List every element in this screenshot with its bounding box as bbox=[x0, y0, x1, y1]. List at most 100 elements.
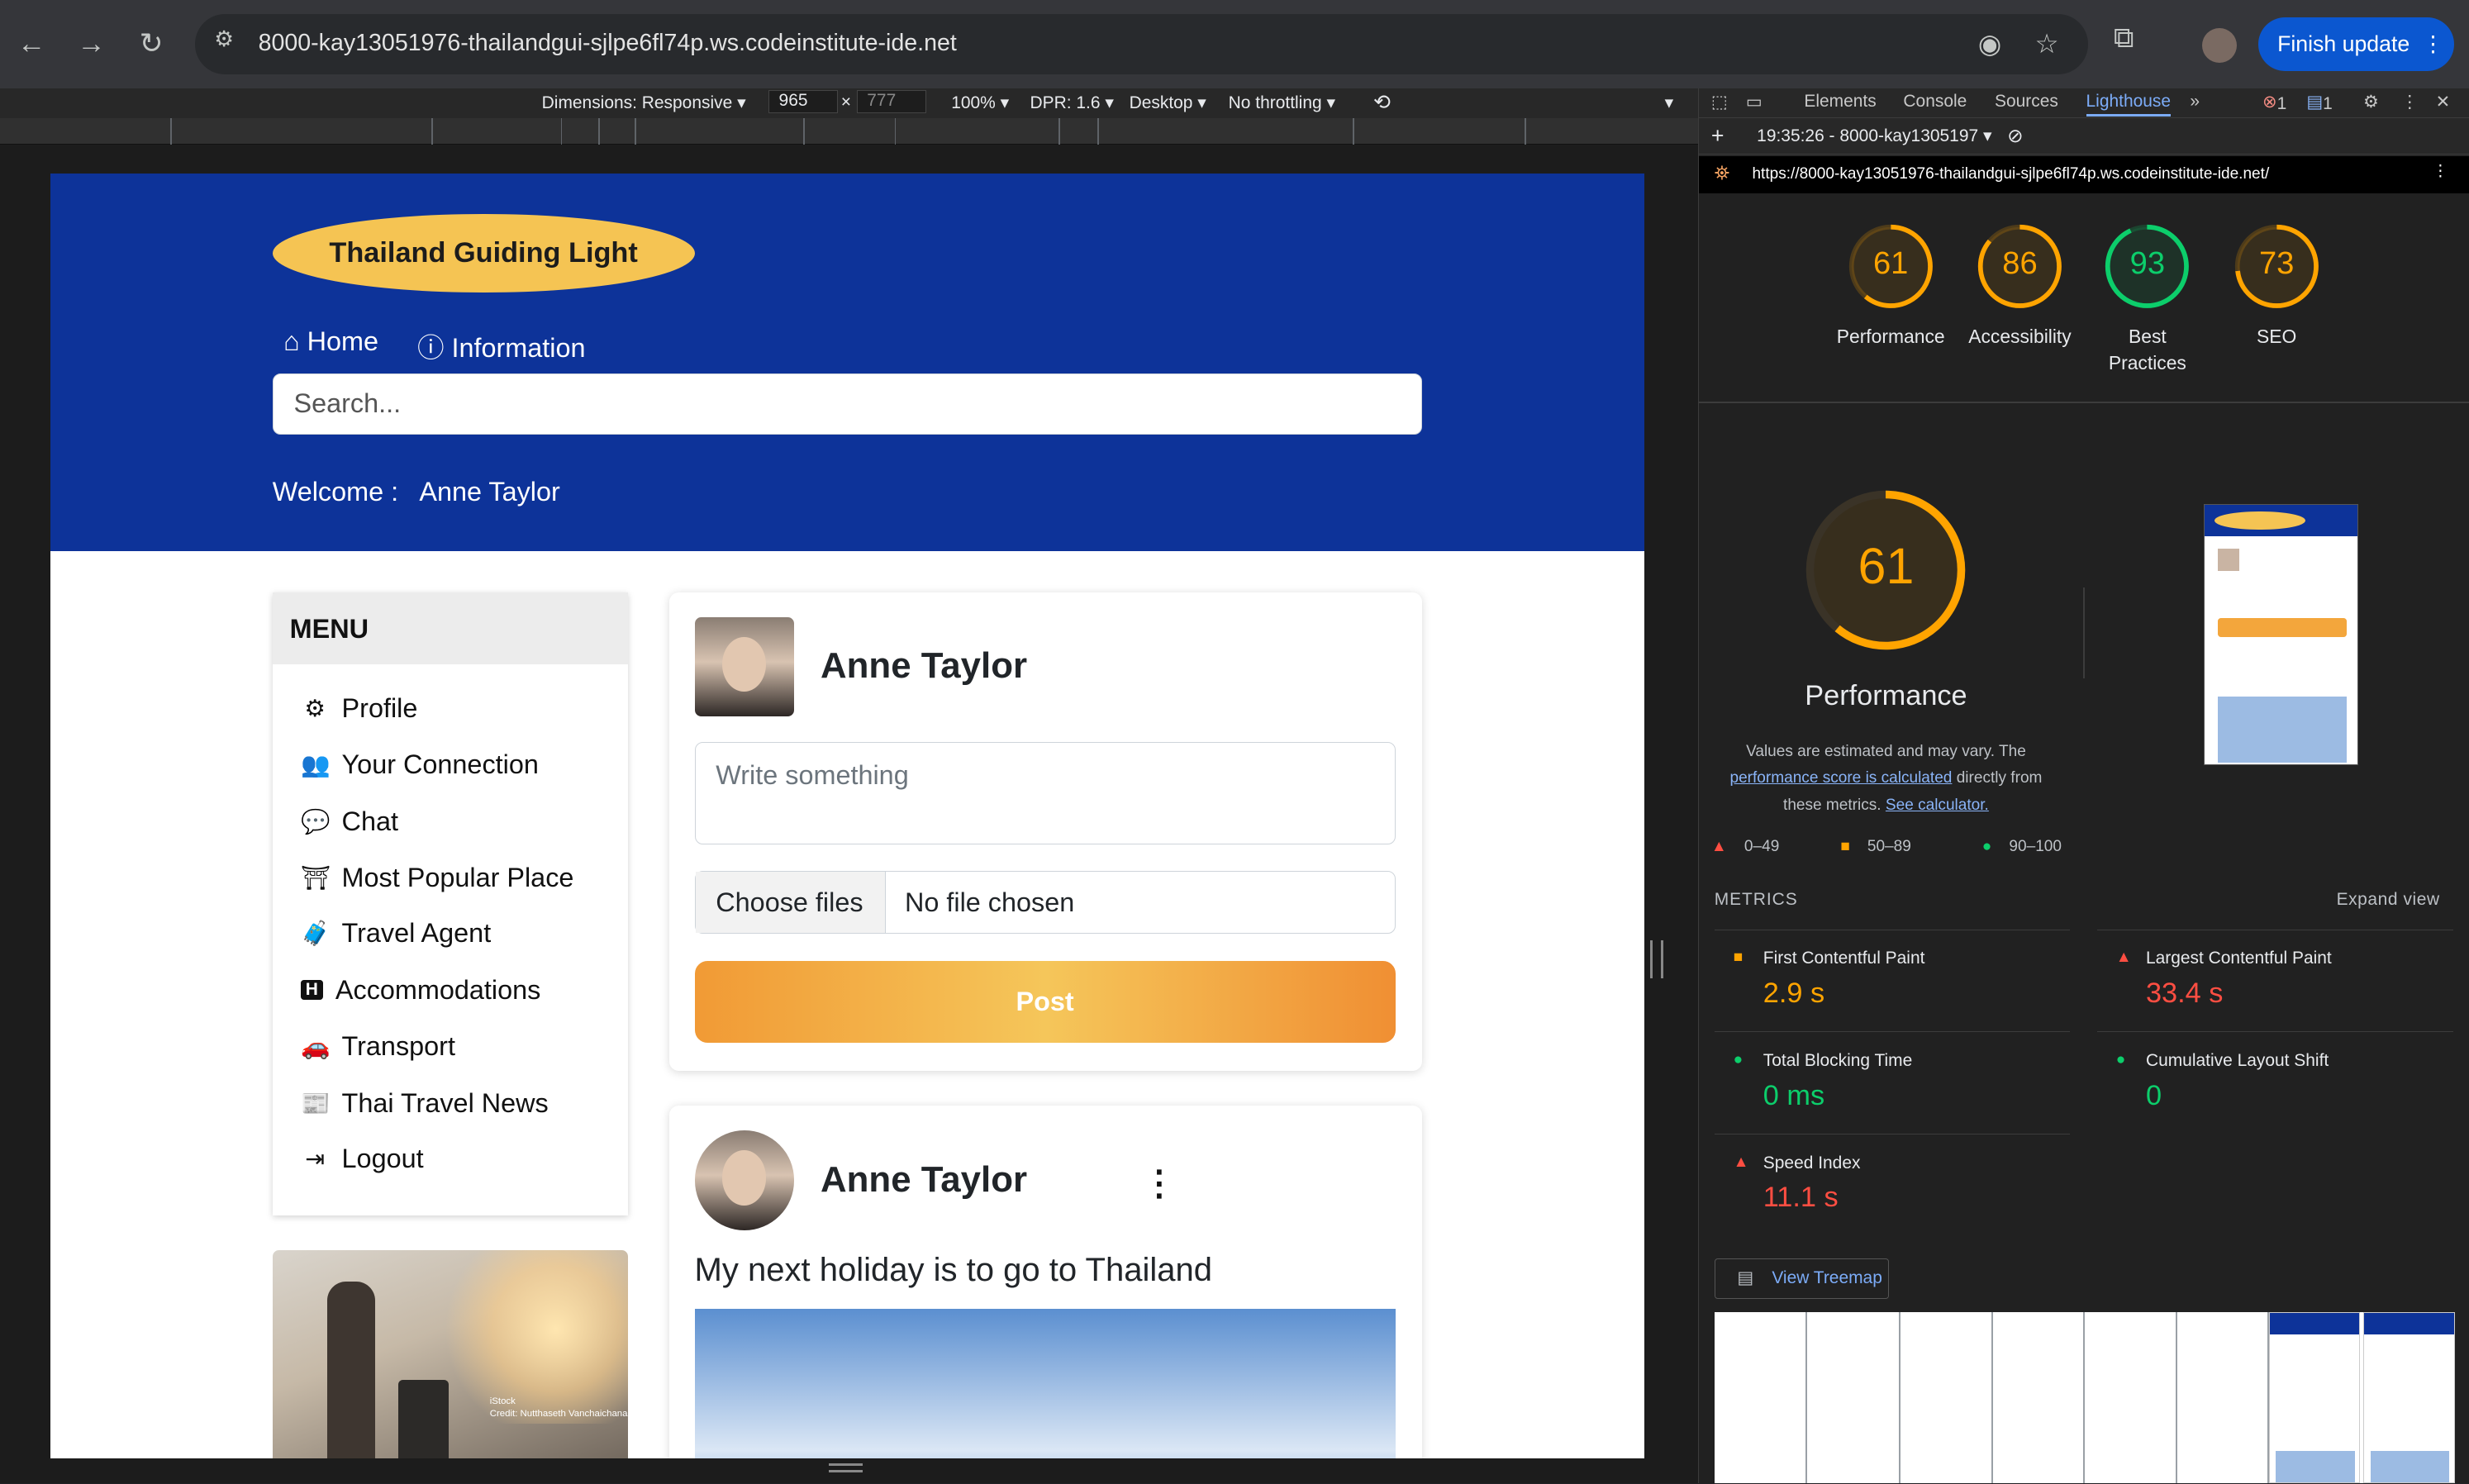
menu-title: MENU bbox=[272, 592, 629, 665]
metric-value: 0 ms bbox=[1763, 1079, 1825, 1111]
star-icon[interactable]: ☆ bbox=[2035, 28, 2059, 59]
legend-fail: ▲ 0–49 bbox=[1710, 837, 1780, 855]
metric-status-icon: ▲ bbox=[1733, 1153, 1749, 1172]
device-toggle-icon[interactable]: ▭ bbox=[1746, 92, 1763, 112]
resize-handle-right[interactable] bbox=[1650, 939, 1663, 978]
view-treemap-button[interactable]: ▤ View Treemap bbox=[1714, 1258, 1890, 1300]
report-url[interactable]: https://8000-kay13051976-thailandgui-sjl… bbox=[1752, 165, 2269, 183]
tab-lighthouse[interactable]: Lighthouse bbox=[2086, 92, 2172, 117]
score-gauge-performance[interactable]: 61 bbox=[1847, 222, 1935, 311]
menu-item-your-connection[interactable]: 👥 Your Connection bbox=[301, 749, 539, 780]
address-bar[interactable]: ⚙ 8000-kay13051976-thailandgui-sjlpe6fl7… bbox=[195, 14, 2089, 74]
eye-off-icon[interactable]: ◉ bbox=[1978, 28, 2001, 59]
kebab-menu-icon[interactable]: ⋮ bbox=[2401, 92, 2419, 112]
filmstrip bbox=[1714, 1311, 2455, 1484]
legend-pass-label: 90–100 bbox=[2009, 837, 2062, 855]
more-options-icon[interactable]: ▾ bbox=[1665, 93, 1674, 113]
metric-label: Cumulative Layout Shift bbox=[2145, 1051, 2329, 1071]
media-query-ruler[interactable] bbox=[0, 117, 1698, 145]
nav-home[interactable]: ⌂ Home bbox=[283, 326, 378, 357]
score-label-best-practices: Best Practices bbox=[2108, 325, 2186, 374]
final-screenshot-thumbnail[interactable] bbox=[2204, 503, 2359, 766]
metric-status-icon: ● bbox=[2115, 1051, 2126, 1069]
menu-item-transport[interactable]: 🚗 Transport bbox=[301, 1031, 455, 1062]
menu-item-logout[interactable]: ⇥ Logout bbox=[301, 1144, 423, 1174]
menu-item-accommodations[interactable]: H Accommodations bbox=[301, 975, 540, 1006]
settings-icon[interactable]: ⚙ bbox=[2363, 92, 2379, 112]
message-count[interactable]: ▤ 1 bbox=[2306, 92, 2332, 114]
finish-update-button[interactable]: Finish update ⋮ bbox=[2258, 17, 2454, 71]
choose-files-button[interactable]: Choose files bbox=[695, 871, 887, 934]
metric-value: 2.9 s bbox=[1763, 977, 1825, 1009]
dimensions-dropdown[interactable]: Dimensions: Responsive ▾ bbox=[542, 93, 746, 113]
resize-handle-bottom[interactable] bbox=[828, 1463, 863, 1473]
metric-value: 11.1 s bbox=[1763, 1182, 1839, 1214]
luggage-cart-icon: 🧳 bbox=[301, 920, 331, 948]
nav-information[interactable]: ⓘ Information bbox=[417, 326, 585, 365]
score-gauge-best-practices[interactable]: 93 bbox=[2103, 222, 2191, 311]
chat-icon: 💬 bbox=[301, 808, 331, 835]
report-selector[interactable]: 19:35:26 - 8000-kay1305197 ▾ bbox=[1757, 126, 1991, 146]
device-mode-dropdown[interactable]: Desktop ▾ bbox=[1130, 93, 1206, 113]
metric-total-blocking-time: ● Total Blocking Time 0 ms bbox=[1714, 1031, 2071, 1132]
clear-icon[interactable]: ⊘ bbox=[2007, 125, 2023, 147]
search-input[interactable]: Search... bbox=[272, 373, 1423, 435]
finish-update-label: Finish update bbox=[2277, 31, 2410, 56]
post-options-icon[interactable]: ⋮ bbox=[1142, 1163, 1177, 1203]
site-logo[interactable]: Thailand Guiding Light bbox=[272, 214, 695, 293]
message-count-value: 1 bbox=[2323, 94, 2333, 114]
dpr-dropdown[interactable]: DPR: 1.6 ▾ bbox=[1030, 93, 1114, 113]
lighthouse-report: 61 86 93 73 Performance Accessibility Best … bbox=[1698, 193, 2469, 1484]
photo-credit: iStock Credit: Nutthaseth Vanchaichana bbox=[489, 1396, 628, 1419]
tab-sources[interactable]: Sources bbox=[1995, 92, 2058, 112]
treemap-icon: ▤ bbox=[1737, 1268, 1754, 1287]
site-header: Thailand Guiding Light ⌂ Home ⓘ Informat… bbox=[50, 173, 1644, 552]
score-gauge-accessibility[interactable]: 86 bbox=[1976, 222, 2064, 311]
menu-item-chat[interactable]: 💬 Chat bbox=[301, 806, 398, 837]
file-input[interactable]: Choose files No file chosen bbox=[694, 870, 1396, 935]
error-count-value: 1 bbox=[2276, 94, 2287, 114]
reload-icon[interactable]: ↻ bbox=[129, 22, 173, 66]
score-label-performance: Performance bbox=[1836, 325, 1945, 347]
width-input[interactable]: 965 bbox=[768, 89, 838, 114]
metric-first-contentful-paint: ■ First Contentful Paint 2.9 s bbox=[1714, 929, 2071, 1030]
rotate-icon[interactable]: ⟲ bbox=[1373, 90, 1391, 115]
throttle-dropdown[interactable]: No throttling ▾ bbox=[1229, 93, 1335, 113]
more-tabs-icon[interactable]: » bbox=[2190, 92, 2200, 112]
see-calculator-link[interactable]: See calculator. bbox=[1886, 797, 1989, 814]
score-calculated-link[interactable]: performance score is calculated bbox=[1729, 769, 1952, 787]
post-image bbox=[694, 1308, 1396, 1458]
extensions-icon[interactable]: ⧉ bbox=[2114, 22, 2134, 55]
note-text-2: directly from bbox=[1956, 769, 2043, 787]
expand-view-toggle[interactable]: Expand view bbox=[2337, 890, 2440, 910]
site-settings-icon[interactable]: ⚙ bbox=[214, 26, 234, 52]
menu-item-thai-travel-news[interactable]: 📰 Thai Travel News bbox=[301, 1088, 549, 1119]
forward-icon[interactable]: → bbox=[69, 22, 113, 66]
devtools-panel: ⬚ ▭ Elements Console Sources Lighthouse … bbox=[1697, 88, 2469, 1484]
report-menu-icon[interactable]: ⋮ bbox=[2433, 162, 2448, 181]
legend-average: ■ 50–89 bbox=[1840, 837, 1911, 855]
menu-item-most-popular-place[interactable]: ⛩ Most Popular Place bbox=[301, 863, 573, 893]
report-label: 19:35:26 - 8000-kay1305197 bbox=[1757, 126, 1979, 146]
menu-item-label: Chat bbox=[341, 806, 398, 836]
inspect-icon[interactable]: ⬚ bbox=[1711, 92, 1728, 112]
tab-console[interactable]: Console bbox=[1903, 92, 1967, 112]
back-icon[interactable]: ← bbox=[9, 22, 53, 66]
error-count[interactable]: ⊗ 1 bbox=[2262, 92, 2286, 114]
menu-item-travel-agent[interactable]: 🧳 Travel Agent bbox=[301, 918, 491, 949]
tab-elements[interactable]: Elements bbox=[1804, 92, 1876, 112]
height-input[interactable]: 777 bbox=[856, 89, 926, 114]
post-username: Anne Taylor bbox=[821, 1158, 1028, 1200]
profile-avatar[interactable] bbox=[2201, 28, 2237, 64]
score-label-accessibility: Accessibility bbox=[1968, 325, 2072, 347]
performance-big-label: Performance bbox=[1805, 680, 1967, 712]
zoom-dropdown[interactable]: 100% ▾ bbox=[951, 93, 1009, 113]
menu-item-profile[interactable]: ⚙ Profile bbox=[301, 693, 417, 724]
add-report-icon[interactable]: + bbox=[1711, 123, 1724, 149]
legend-fail-label: 0–49 bbox=[1744, 837, 1780, 855]
score-gauge-seo[interactable]: 73 bbox=[2233, 222, 2321, 311]
post-button[interactable]: Post bbox=[694, 960, 1396, 1043]
url-text[interactable]: 8000-kay13051976-thailandgui-sjlpe6fl74p… bbox=[259, 30, 957, 57]
post-textarea[interactable]: Write something bbox=[694, 741, 1396, 844]
close-icon[interactable]: ✕ bbox=[2436, 92, 2451, 112]
